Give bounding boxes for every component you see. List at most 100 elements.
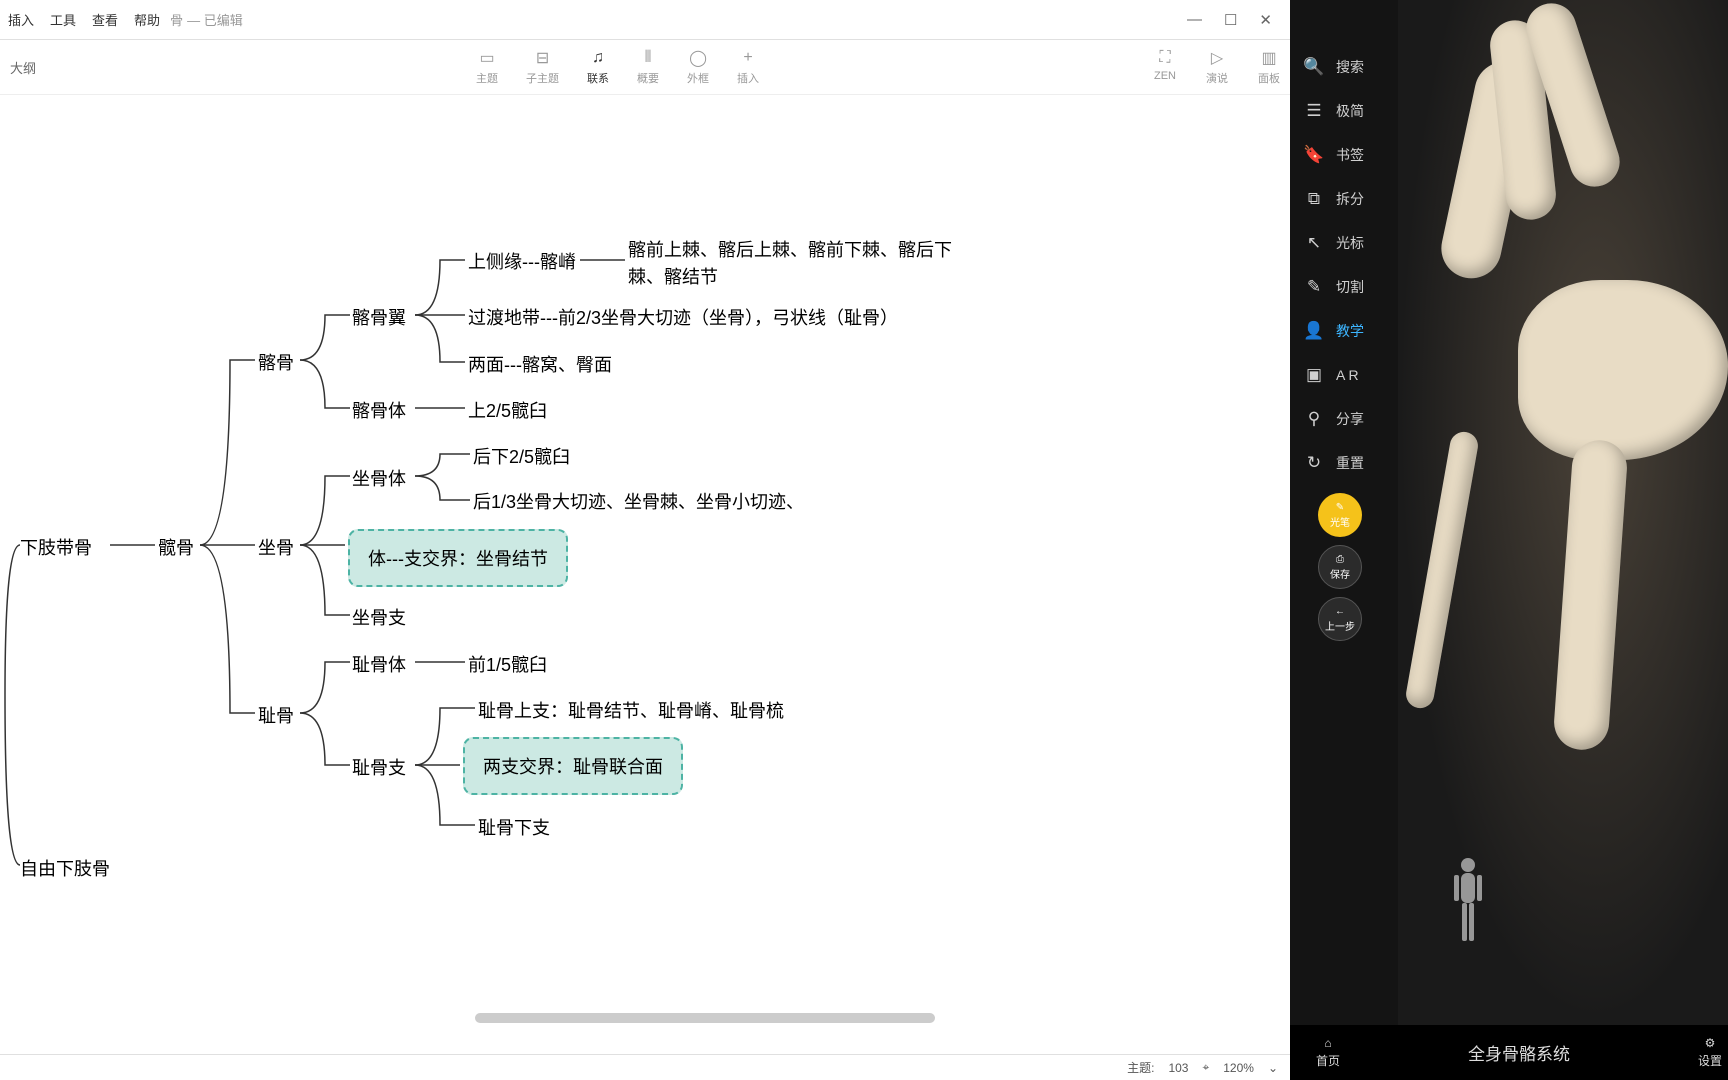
mindmap-app: 插入 工具 查看 帮助 骨 — 已编辑 — ☐ ✕ 大纲 ▭主题 ⊟子主题 ♫联… xyxy=(0,0,1290,1080)
node-pubis[interactable]: 耻骨 xyxy=(258,702,294,728)
gear-icon: ⚙ xyxy=(1705,1036,1716,1050)
side-simple[interactable]: ☰极简 xyxy=(1290,89,1398,133)
pen-icon: ✎ xyxy=(1336,502,1344,513)
relation-icon: ♫ xyxy=(589,49,607,67)
menu-tools[interactable]: 工具 xyxy=(50,10,76,29)
node-ilium-body-detail[interactable]: 上2/5髋臼 xyxy=(468,397,547,423)
side-cursor[interactable]: ↖光标 xyxy=(1290,221,1398,265)
boundary-icon: ◯ xyxy=(689,49,707,67)
node-pubis-body[interactable]: 耻骨体 xyxy=(352,651,406,677)
close-icon[interactable]: ✕ xyxy=(1259,11,1272,29)
prev-button[interactable]: ←上一步 xyxy=(1318,597,1362,641)
node-ischium-body[interactable]: 坐骨体 xyxy=(352,465,406,491)
mini-figure-icon[interactable] xyxy=(1448,855,1488,945)
save-icon: ⎙ xyxy=(1336,554,1344,565)
present-icon: ▷ xyxy=(1208,49,1226,67)
tool-group-main: ▭主题 ⊟子主题 ♫联系 ⦀概要 ◯外框 +插入 xyxy=(476,49,759,86)
skeleton-3d-view[interactable] xyxy=(1398,0,1728,1025)
back-icon: ← xyxy=(1335,606,1345,617)
node-pubis-ramus[interactable]: 耻骨支 xyxy=(352,754,406,780)
node-ischium-ramus[interactable]: 坐骨支 xyxy=(352,604,406,630)
tool-insert[interactable]: +插入 xyxy=(737,49,759,86)
node-ilium-body[interactable]: 髂骨体 xyxy=(352,397,406,423)
menu-view[interactable]: 查看 xyxy=(92,10,118,29)
side-search[interactable]: 🔍搜索 xyxy=(1290,45,1398,89)
anatomy-title: 全身骨骼系统 xyxy=(1340,1040,1698,1065)
topic-count-label: 主题: xyxy=(1127,1059,1154,1076)
tool-subtopic[interactable]: ⊟子主题 xyxy=(526,49,559,86)
mindmap-canvas[interactable]: 下肢带骨 自由下肢骨 髋骨 髂骨 髂骨翼 髂骨体 上侧缘---髂嵴 髂前上棘、髂… xyxy=(0,95,1290,1054)
ar-icon: ▣ xyxy=(1304,365,1324,385)
tool-summary[interactable]: ⦀概要 xyxy=(637,49,659,86)
node-ischium-highlight[interactable]: 体---支交界：坐骨结节 xyxy=(348,529,568,587)
outline-toggle[interactable]: 大纲 xyxy=(10,58,36,77)
zoom-dropdown-icon[interactable]: ⌄ xyxy=(1268,1061,1278,1075)
menu-insert[interactable]: 插入 xyxy=(8,10,34,29)
menu-bar: 插入 工具 查看 帮助 xyxy=(4,10,160,29)
zen-icon: ⛶ xyxy=(1156,49,1174,67)
home-icon: ⌂ xyxy=(1324,1036,1331,1050)
tool-topic[interactable]: ▭主题 xyxy=(476,49,498,86)
side-reset[interactable]: ↻重置 xyxy=(1290,441,1398,485)
horizontal-scrollbar[interactable] xyxy=(0,1013,1290,1027)
node-pubis-body-detail[interactable]: 前1/5髋臼 xyxy=(468,651,547,677)
tool-panel[interactable]: ▥面板 xyxy=(1258,49,1280,86)
window-controls: — ☐ ✕ xyxy=(1187,11,1286,29)
side-bookmark[interactable]: 🔖书签 xyxy=(1290,133,1398,177)
minimize-icon[interactable]: — xyxy=(1187,11,1202,29)
node-ilium-w2[interactable]: 过渡地带---前2/3坐骨大切迹（坐骨），弓状线（耻骨） xyxy=(468,304,898,330)
node-hip[interactable]: 髋骨 xyxy=(158,534,194,560)
topic-icon: ▭ xyxy=(478,49,496,67)
cut-icon: ✎ xyxy=(1304,277,1324,297)
anatomy-bottom-bar: ⌂首页 全身骨骼系统 ⚙设置 xyxy=(1290,1025,1728,1080)
summary-icon: ⦀ xyxy=(639,49,657,67)
bookmark-icon: 🔖 xyxy=(1304,145,1324,165)
status-bar: 主题: 103 ⌖ 120% ⌄ xyxy=(0,1054,1290,1080)
search-icon: 🔍 xyxy=(1304,57,1324,77)
reset-icon: ↻ xyxy=(1304,453,1324,473)
maximize-icon[interactable]: ☐ xyxy=(1224,11,1237,29)
node-ilium[interactable]: 髂骨 xyxy=(258,349,294,375)
pen-button[interactable]: ✎光笔 xyxy=(1318,493,1362,537)
share-icon: ⚲ xyxy=(1304,409,1324,429)
zoom-level[interactable]: 120% xyxy=(1223,1061,1254,1075)
save-button[interactable]: ⎙保存 xyxy=(1318,545,1362,589)
cursor-icon: ↖ xyxy=(1304,233,1324,253)
side-split[interactable]: ⧉拆分 xyxy=(1290,177,1398,221)
toolbar: 大纲 ▭主题 ⊟子主题 ♫联系 ⦀概要 ◯外框 +插入 ⛶ZEN ▷演说 ▥面板 xyxy=(0,40,1290,95)
insert-icon: + xyxy=(739,49,757,67)
menu-help[interactable]: 帮助 xyxy=(134,10,160,29)
node-pubis-inf[interactable]: 耻骨下支 xyxy=(478,814,550,840)
doc-state: — 已编辑 xyxy=(187,10,243,29)
node-pubis-highlight[interactable]: 两支交界：耻骨联合面 xyxy=(463,737,683,795)
tool-zen[interactable]: ⛶ZEN xyxy=(1154,49,1176,86)
node-ilium-w1[interactable]: 上侧缘---髂嵴 xyxy=(468,248,576,274)
side-share[interactable]: ⚲分享 xyxy=(1290,397,1398,441)
settings-button[interactable]: ⚙设置 xyxy=(1698,1036,1722,1069)
node-ilium-w3[interactable]: 两面---髂窝、臀面 xyxy=(468,351,612,377)
simple-icon: ☰ xyxy=(1304,101,1324,121)
map-icon[interactable]: ⌖ xyxy=(1202,1060,1209,1075)
titlebar: 插入 工具 查看 帮助 骨 — 已编辑 — ☐ ✕ xyxy=(0,0,1290,40)
scrollbar-thumb[interactable] xyxy=(475,1013,935,1023)
node-pubis-sup[interactable]: 耻骨上支：耻骨结节、耻骨嵴、耻骨梳 xyxy=(478,697,784,723)
node-ischium-b2[interactable]: 后1/3坐骨大切迹、坐骨棘、坐骨小切迹、 xyxy=(473,488,804,514)
side-ar[interactable]: ▣A R xyxy=(1290,353,1398,397)
tool-relation[interactable]: ♫联系 xyxy=(587,49,609,86)
node-root[interactable]: 下肢带骨 xyxy=(20,534,92,560)
node-ilium-wing[interactable]: 髂骨翼 xyxy=(352,304,406,330)
side-cut[interactable]: ✎切割 xyxy=(1290,265,1398,309)
subtopic-icon: ⊟ xyxy=(534,49,552,67)
tool-present[interactable]: ▷演说 xyxy=(1206,49,1228,86)
anatomy-sidebar: 🔍搜索 ☰极简 🔖书签 ⧉拆分 ↖光标 ✎切割 👤教学 ▣A R ⚲分享 ↻重置… xyxy=(1290,0,1398,1080)
node-free[interactable]: 自由下肢骨 xyxy=(20,855,110,881)
node-ischium[interactable]: 坐骨 xyxy=(258,534,294,560)
node-ischium-b1[interactable]: 后下2/5髋臼 xyxy=(473,443,570,469)
side-teach[interactable]: 👤教学 xyxy=(1290,309,1398,353)
topic-count: 103 xyxy=(1168,1061,1188,1075)
teach-icon: 👤 xyxy=(1304,321,1324,341)
tool-boundary[interactable]: ◯外框 xyxy=(687,49,709,86)
node-ilium-w1-detail[interactable]: 髂前上棘、髂后上棘、髂前下棘、髂后下棘、髂结节 xyxy=(628,237,968,291)
home-button[interactable]: ⌂首页 xyxy=(1316,1036,1340,1069)
doc-name: 骨 xyxy=(170,10,183,29)
